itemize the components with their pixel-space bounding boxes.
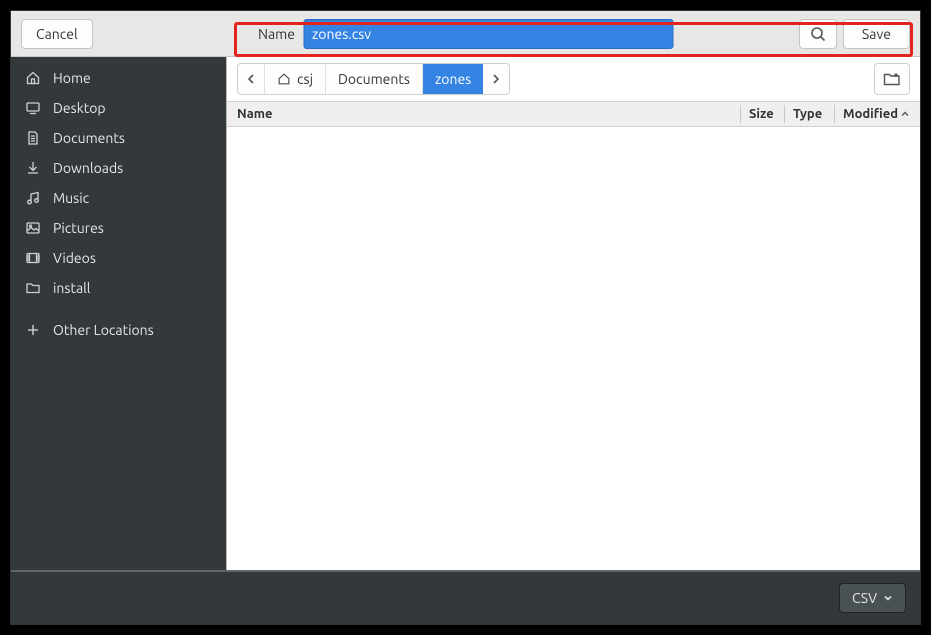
breadcrumb-segment-documents[interactable]: Documents (326, 64, 423, 94)
home-icon (25, 70, 41, 86)
search-icon (810, 26, 826, 42)
breadcrumb-label: Documents (338, 71, 410, 87)
column-header-modified[interactable]: Modified (834, 105, 920, 123)
sidebar-item-videos[interactable]: Videos (11, 243, 226, 273)
new-folder-icon (883, 71, 901, 87)
sidebar-item-downloads[interactable]: Downloads (11, 153, 226, 183)
pictures-icon (25, 220, 41, 236)
home-icon (277, 72, 291, 86)
save-button[interactable]: Save (843, 19, 910, 49)
documents-icon (25, 130, 41, 146)
breadcrumb-label: csj (297, 71, 313, 87)
videos-icon (25, 250, 41, 266)
header-bar: Cancel Name Save (11, 11, 920, 57)
format-label: CSV (852, 590, 877, 606)
cancel-button[interactable]: Cancel (21, 19, 93, 49)
filename-input[interactable] (303, 19, 673, 49)
name-label: Name (258, 26, 295, 42)
new-folder-button[interactable] (874, 63, 910, 95)
search-button[interactable] (799, 19, 837, 49)
column-header-type[interactable]: Type (784, 105, 834, 123)
sidebar-item-label: Downloads (53, 160, 123, 176)
sidebar-item-label: Home (53, 70, 91, 86)
sidebar-item-label: Desktop (53, 100, 106, 116)
save-dialog: Cancel Name Save Home Desktop Documents Dow… (10, 10, 921, 625)
breadcrumb-label: zones (435, 71, 471, 87)
chevron-right-icon (491, 73, 501, 85)
column-header-size[interactable]: Size (740, 105, 784, 123)
folder-icon (25, 280, 41, 296)
path-forward-button[interactable] (483, 64, 509, 94)
path-back-button[interactable] (238, 64, 265, 94)
footer-bar: CSV (11, 570, 920, 624)
sidebar-item-label: Documents (53, 130, 125, 146)
main-panel: csj Documents zones Name Size Type (226, 57, 920, 570)
sidebar-item-desktop[interactable]: Desktop (11, 93, 226, 123)
filename-group: Name (258, 19, 673, 49)
file-format-dropdown[interactable]: CSV (839, 583, 906, 613)
file-list[interactable] (227, 127, 920, 570)
sidebar-item-home[interactable]: Home (11, 63, 226, 93)
sort-asc-icon (900, 109, 910, 119)
sidebar-item-documents[interactable]: Documents (11, 123, 226, 153)
sidebar-item-install[interactable]: install (11, 273, 226, 303)
desktop-icon (25, 100, 41, 116)
chevron-down-icon (883, 593, 893, 603)
sidebar-item-label: install (53, 280, 90, 296)
places-sidebar: Home Desktop Documents Downloads Music Pictur… (11, 57, 226, 570)
breadcrumb: csj Documents zones (237, 63, 510, 95)
sidebar-item-pictures[interactable]: Pictures (11, 213, 226, 243)
sidebar-item-label: Pictures (53, 220, 104, 236)
breadcrumb-segment-zones[interactable]: zones (423, 64, 483, 94)
sidebar-item-label: Videos (53, 250, 96, 266)
column-header-row: Name Size Type Modified (227, 101, 920, 127)
breadcrumb-segment-csj[interactable]: csj (265, 64, 326, 94)
sidebar-item-music[interactable]: Music (11, 183, 226, 213)
sidebar-item-label: Music (53, 190, 89, 206)
downloads-icon (25, 160, 41, 176)
music-icon (25, 190, 41, 206)
plus-icon (25, 322, 41, 338)
chevron-left-icon (246, 73, 256, 85)
sidebar-item-label: Other Locations (53, 322, 154, 338)
column-header-name[interactable]: Name (227, 107, 740, 121)
sidebar-other-locations[interactable]: Other Locations (11, 315, 226, 345)
column-header-modified-label: Modified (843, 107, 898, 121)
